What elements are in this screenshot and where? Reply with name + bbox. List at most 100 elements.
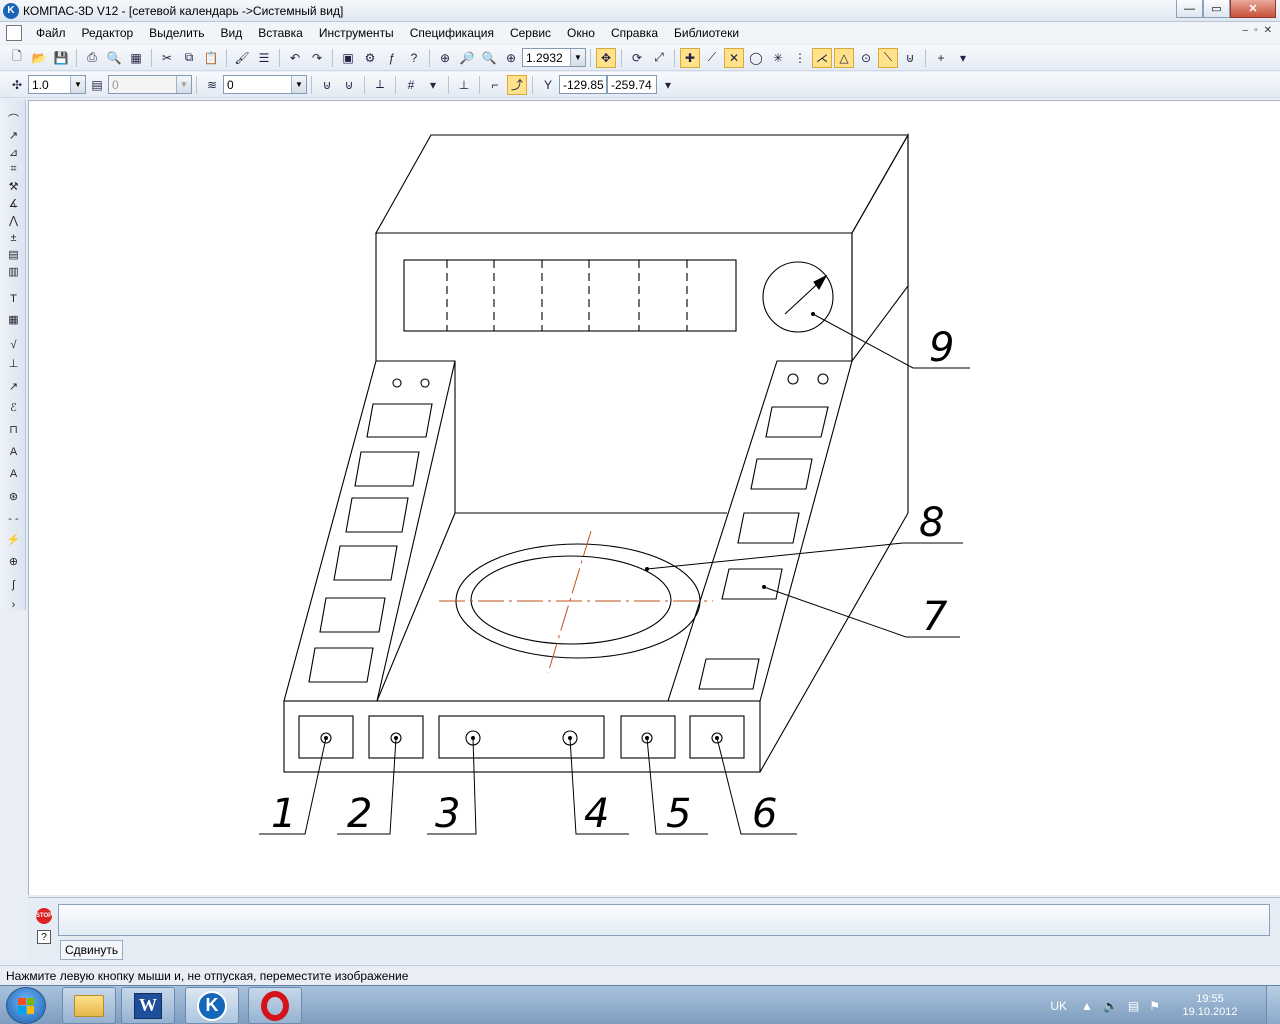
geometry-icon[interactable]: ⌒ [5,110,22,127]
y-coordinate-field[interactable]: -259.74 [607,75,657,94]
drawing-canvas[interactable]: 1 2 3 4 5 6 7 8 9 [28,100,1280,895]
save-icon[interactable]: 💾 [51,48,71,68]
show-all-icon[interactable]: ⤢ [649,48,669,68]
spec-icon[interactable]: ▤ [5,246,22,263]
edit-icon[interactable]: ⌗ [5,161,22,178]
tab-pan[interactable]: Сдвинуть [60,940,124,960]
kompas-app-icon[interactable]: K [3,2,19,19]
close-button[interactable]: ✕ [1230,0,1276,18]
associative-views-icon[interactable]: ± [5,229,22,246]
zoom-out-icon[interactable]: 🔍 [479,48,499,68]
maximize-button[interactable]: ▭ [1203,0,1230,18]
ortho-icon[interactable]: ⟂ [370,75,390,95]
document-icon[interactable] [6,25,22,41]
refresh-icon[interactable]: ⟳ [627,48,647,68]
undo-icon[interactable]: ↶ [285,48,305,68]
volume-icon[interactable]: 🔈 [1103,999,1118,1013]
grid-icon[interactable]: # [401,75,421,95]
taskbar-word[interactable]: W [121,987,175,1024]
local-cs-icon[interactable]: ⊍ [317,75,337,95]
command-field[interactable] [58,904,1270,936]
chevron-down-icon[interactable]: ▾ [953,48,973,68]
properties-icon[interactable]: ☰ [254,48,274,68]
roughness-icon[interactable]: √ [5,336,22,353]
snap-tangent-icon[interactable]: ◯ [746,48,766,68]
taskbar-explorer[interactable] [62,987,116,1024]
menu-service[interactable]: Сервис [502,26,559,40]
copy-icon[interactable]: ⧉ [179,48,199,68]
mdi-restore-button[interactable]: ▫ [1254,25,1258,36]
variables-icon[interactable]: ƒ [382,48,402,68]
menu-help[interactable]: Справка [603,26,666,40]
round-icon[interactable]: ⌐ [485,75,505,95]
paste-icon[interactable]: 📋 [201,48,221,68]
style-icon[interactable]: ▤ [87,75,107,95]
start-button[interactable] [6,987,46,1024]
mdi-minimize-button[interactable]: – [1243,25,1249,36]
new-document-icon[interactable]: 🗋 [7,48,27,68]
zoom-window-icon[interactable]: ⊕ [435,48,455,68]
arrow-view-icon[interactable]: ⊛ [5,488,22,505]
chevron-down-icon[interactable]: ▼ [291,76,306,93]
zoom-combo[interactable]: 1.2932 ▼ [522,48,586,67]
snap-intersection-icon[interactable]: ✕ [724,47,744,68]
zoom-scale-icon[interactable]: ⊕ [501,48,521,68]
library-manager-icon[interactable]: ⚙ [360,48,380,68]
menu-tools[interactable]: Инструменты [311,26,402,40]
chevron-right-icon[interactable]: › [5,596,22,613]
taskbar-kompas[interactable]: K [185,987,239,1024]
base-icon[interactable]: ⊥ [5,355,22,372]
stop-icon[interactable]: STOP [36,908,52,924]
print-icon[interactable]: ⎙ [82,48,102,68]
chevron-down-icon[interactable]: ▾ [658,75,678,95]
mdi-close-button[interactable]: ✕ [1264,25,1272,36]
measure-icon[interactable]: ∡ [5,195,22,212]
parametrization-icon[interactable]: ⚒ [5,178,22,195]
designations-icon[interactable]: ⊿ [5,144,22,161]
cut-icon[interactable]: ✂ [157,48,177,68]
menu-insert[interactable]: Вставка [250,26,311,40]
network-icon[interactable]: ▤ [1128,999,1139,1013]
position-icon[interactable]: ⊓ [5,421,22,438]
snap-on-curve-icon[interactable]: ⟍ [878,47,898,68]
chevron-down-icon[interactable]: ▼ [70,76,85,93]
menu-specification[interactable]: Спецификация [402,26,502,40]
menu-file[interactable]: Файл [28,26,74,40]
wave-line-icon[interactable]: ∫ [5,576,22,593]
parametric-icon[interactable]: ⤴ [507,74,527,95]
snap-magnet-icon[interactable]: ⊍ [339,75,359,95]
tray-expand-icon[interactable]: ▲ [1081,999,1093,1013]
print-preview-icon[interactable]: 🔍 [104,48,124,68]
show-desktop-button[interactable] [1266,986,1280,1024]
pan-icon[interactable]: ✥ [596,47,616,68]
tolerance-icon[interactable]: ℰ [5,399,22,416]
step-combo[interactable]: 1.0 ▼ [28,75,86,94]
menu-edit[interactable]: Редактор [74,26,142,40]
select-icon[interactable]: ⋀ [5,212,22,229]
layer-combo[interactable]: 0 ▼ [223,75,307,94]
zoom-in-icon[interactable]: 🔎 [457,48,477,68]
context-help-icon[interactable]: ? [404,48,424,68]
manager-icon[interactable]: ▣ [338,48,358,68]
format-brush-icon[interactable]: 🖌 [232,48,252,68]
dash-line-icon[interactable]: - - [5,510,22,527]
menu-view[interactable]: Вид [213,26,251,40]
magnet-icon[interactable]: ⊍ [900,48,920,68]
center-mark-icon[interactable]: ⊕ [5,553,22,570]
snap-line-icon[interactable]: ⟋ [702,48,722,68]
snap-midpoint-icon[interactable]: △ [834,47,854,68]
menu-select[interactable]: Выделить [141,26,212,40]
language-indicator[interactable]: UK [1050,999,1067,1013]
snap-center-icon[interactable]: ⊙ [856,48,876,68]
extra-snap-icon[interactable]: + [931,48,951,68]
report-icon[interactable]: ▥ [5,263,22,280]
table-icon[interactable]: ▦ [5,311,22,328]
preview-icon[interactable]: ▦ [126,48,146,68]
snap-normal-icon[interactable]: ✳ [768,48,788,68]
action-center-flag-icon[interactable]: ⚑ [1149,999,1160,1013]
chevron-down-icon[interactable]: ▼ [570,49,585,66]
text-icon[interactable]: T [5,290,22,307]
x-coordinate-field[interactable]: -129.85 [559,75,607,94]
help-icon[interactable]: ? [37,930,51,944]
axes-icon[interactable]: ⊥ [454,75,474,95]
